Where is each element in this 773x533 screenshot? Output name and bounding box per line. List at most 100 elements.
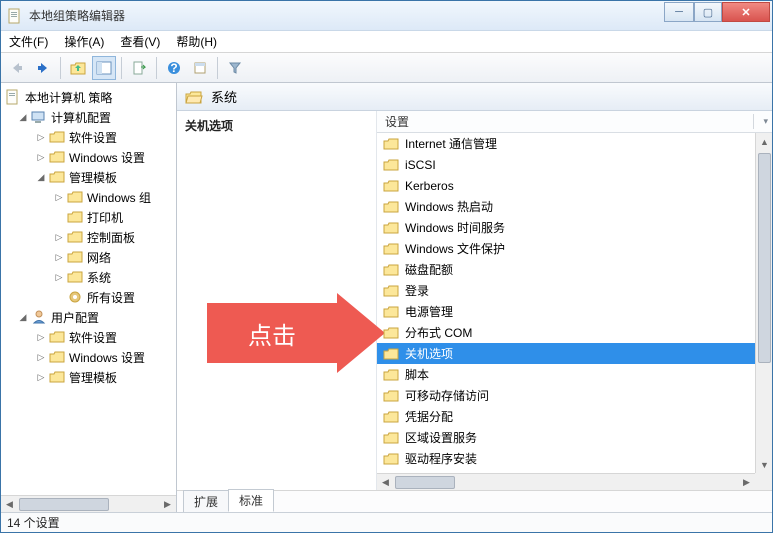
scroll-right-icon[interactable]: ▶	[738, 474, 755, 490]
back-button[interactable]	[5, 56, 29, 80]
chevron-down-icon[interactable]: ▾	[763, 116, 768, 127]
tree-label: 系统	[87, 269, 111, 286]
tree-computer-label: 计算机配置	[51, 109, 111, 126]
menu-help[interactable]: 帮助(H)	[176, 33, 217, 50]
toggle-icon[interactable]: ▷	[53, 231, 65, 243]
up-button[interactable]	[66, 56, 90, 80]
tree[interactable]: 本地计算机 策略 ◢ 计算机配置 ▷ 软件设置 ▷ Windows 设置	[1, 83, 176, 495]
folder-icon	[383, 283, 399, 299]
minimize-button[interactable]: ─	[664, 2, 694, 22]
list-header[interactable]: 设置 ▾	[377, 111, 772, 133]
annotation-arrow: 点击	[207, 293, 397, 373]
hscrollbar[interactable]: ◀ ▶	[377, 473, 755, 490]
titlebar[interactable]: 本地组策略编辑器 ─ ▢ ✕	[1, 1, 772, 31]
tab-extended[interactable]: 扩展	[183, 490, 229, 512]
list-item-label: 关机选项	[405, 345, 453, 362]
toggle-icon[interactable]: ▷	[35, 371, 47, 383]
list-item[interactable]: 分布式 COM	[377, 322, 755, 343]
filter-button[interactable]	[223, 56, 247, 80]
list-item[interactable]: Windows 热启动	[377, 196, 755, 217]
properties-button[interactable]	[188, 56, 212, 80]
tree-u-windows[interactable]: ▷ Windows 设置	[1, 347, 176, 367]
tree-windows-settings[interactable]: ▷ Windows 设置	[1, 147, 176, 167]
tree-u-software[interactable]: ▷ 软件设置	[1, 327, 176, 347]
toggle-icon[interactable]: ▷	[35, 151, 47, 163]
settings-icon	[67, 289, 83, 305]
list-inner[interactable]: Internet 通信管理 iSCSI KerberosWindows 热启动 Win…	[377, 133, 755, 473]
tree-all-settings[interactable]: 所有设置	[1, 287, 176, 307]
menu-view[interactable]: 查看(V)	[120, 33, 160, 50]
show-hide-tree-button[interactable]	[92, 56, 116, 80]
list-item[interactable]: Kerberos	[377, 175, 755, 196]
toggle-icon[interactable]: ▷	[35, 131, 47, 143]
folder-icon	[49, 349, 65, 365]
list-item[interactable]: 脚本	[377, 364, 755, 385]
list-item[interactable]: iSCSI	[377, 154, 755, 175]
tree-root-label: 本地计算机 策略	[25, 89, 112, 106]
tree-admin-templates[interactable]: ◢ 管理模板	[1, 167, 176, 187]
menu-action[interactable]: 操作(A)	[64, 33, 104, 50]
list-item-label: 电源管理	[405, 303, 453, 320]
vscrollbar[interactable]: ▲ ▼	[755, 133, 772, 473]
list-item[interactable]: 电源管理	[377, 301, 755, 322]
scroll-thumb[interactable]	[19, 498, 109, 511]
toggle-icon[interactable]: ▷	[35, 351, 47, 363]
window-title: 本地组策略编辑器	[29, 7, 664, 24]
folder-icon	[383, 325, 399, 341]
list-item[interactable]: 登录	[377, 280, 755, 301]
scroll-thumb[interactable]	[758, 153, 771, 363]
folder-icon	[383, 304, 399, 320]
list-item[interactable]: 凭据分配	[377, 406, 755, 427]
tree-root[interactable]: 本地计算机 策略	[1, 87, 176, 107]
scroll-right-icon[interactable]: ▶	[159, 496, 176, 513]
forward-button[interactable]	[31, 56, 55, 80]
tree-hscrollbar[interactable]: ◀ ▶	[1, 495, 176, 512]
toolbar-sep2	[121, 57, 122, 79]
tab-standard[interactable]: 标准	[228, 489, 274, 512]
list-item-label: iSCSI	[405, 158, 436, 172]
list-item[interactable]: 可移动存储访问	[377, 385, 755, 406]
toggle-icon[interactable]: ▷	[53, 271, 65, 283]
tree-network[interactable]: ▷ 网络	[1, 247, 176, 267]
tree-control-panel[interactable]: ▷ 控制面板	[1, 227, 176, 247]
toggle-icon[interactable]: ◢	[17, 111, 29, 123]
list-item-label: Windows 时间服务	[405, 219, 505, 236]
tree-software[interactable]: ▷ 软件设置	[1, 127, 176, 147]
tree-computer[interactable]: ◢ 计算机配置	[1, 107, 176, 127]
menu-file[interactable]: 文件(F)	[9, 33, 48, 50]
tree-windows-comp[interactable]: ▷ Windows 组	[1, 187, 176, 207]
content-header-title: 系统	[211, 87, 237, 106]
list-item[interactable]: 区域设置服务	[377, 427, 755, 448]
list-item-label: 驱动程序安装	[405, 450, 477, 467]
folder-icon	[49, 369, 65, 385]
export-button[interactable]	[127, 56, 151, 80]
list-item[interactable]: 磁盘配额	[377, 259, 755, 280]
tree-u-admin[interactable]: ▷ 管理模板	[1, 367, 176, 387]
scroll-left-icon[interactable]: ◀	[1, 496, 18, 513]
toggle-icon[interactable]: ▷	[35, 331, 47, 343]
column-separator[interactable]	[753, 114, 754, 129]
list-item[interactable]: Windows 时间服务	[377, 217, 755, 238]
close-button[interactable]: ✕	[722, 2, 770, 22]
list-item[interactable]: 关机选项	[377, 343, 755, 364]
list-item[interactable]: 驱动程序安装	[377, 448, 755, 469]
scroll-down-icon[interactable]: ▼	[756, 456, 772, 473]
toggle-icon[interactable]: ◢	[35, 171, 47, 183]
tree-system[interactable]: ▷ 系统	[1, 267, 176, 287]
tree-user[interactable]: ◢ 用户配置	[1, 307, 176, 327]
list-item[interactable]: Windows 文件保护	[377, 238, 755, 259]
toggle-icon[interactable]: ▷	[53, 191, 65, 203]
scroll-up-icon[interactable]: ▲	[756, 133, 772, 150]
content-header: 系统	[177, 83, 772, 111]
list-item[interactable]: Internet 通信管理	[377, 133, 755, 154]
list-item-label: 区域设置服务	[405, 429, 477, 446]
toggle-icon[interactable]: ◢	[17, 311, 29, 323]
help-button[interactable]: ?	[162, 56, 186, 80]
maximize-button[interactable]: ▢	[694, 2, 722, 22]
toolbar-sep4	[217, 57, 218, 79]
scroll-left-icon[interactable]: ◀	[377, 474, 394, 490]
tree-printers[interactable]: 打印机	[1, 207, 176, 227]
scroll-thumb[interactable]	[395, 476, 455, 489]
toggle-icon[interactable]: ▷	[53, 251, 65, 263]
tree-label: Windows 组	[87, 189, 151, 206]
